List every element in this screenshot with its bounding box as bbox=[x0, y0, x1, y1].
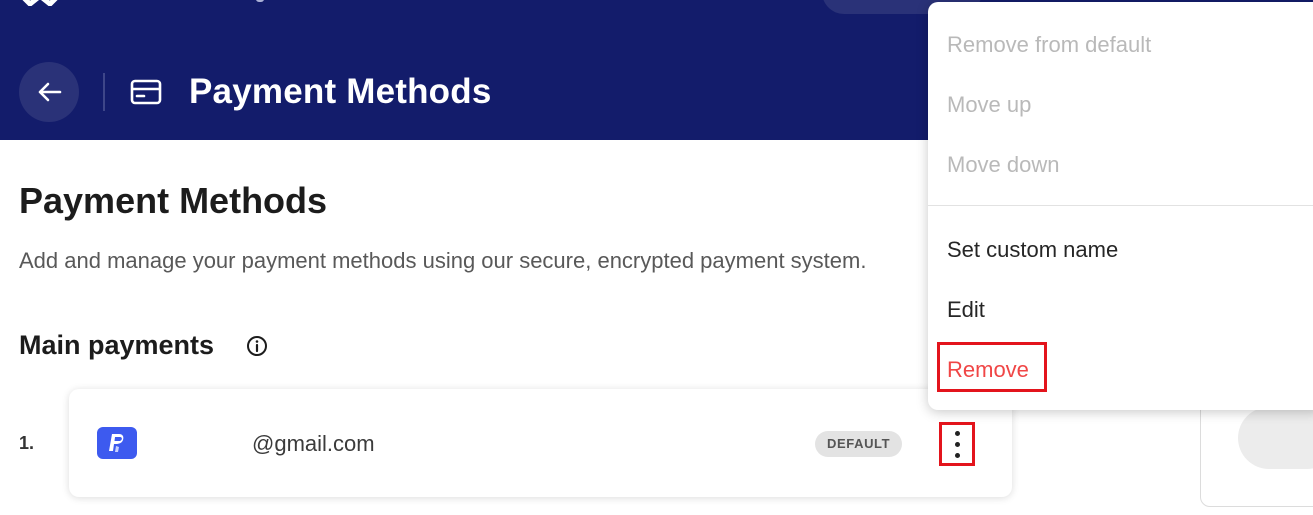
back-button[interactable] bbox=[19, 62, 79, 122]
payment-method-card: @gmail.com DEFAULT bbox=[69, 389, 1012, 497]
info-icon[interactable] bbox=[246, 335, 268, 357]
paypal-icon bbox=[97, 427, 137, 459]
default-badge: DEFAULT bbox=[815, 431, 903, 457]
section-title: Main payments bbox=[19, 330, 215, 360]
payment-context-menu: Remove from default Move up Move down Se… bbox=[928, 2, 1313, 410]
logo-fragment bbox=[256, 0, 264, 2]
remove-highlight-box bbox=[937, 342, 1047, 392]
header-divider bbox=[103, 73, 105, 111]
page-title: Payment Methods bbox=[19, 180, 328, 221]
menu-item-remove-from-default[interactable]: Remove from default bbox=[947, 32, 1151, 58]
kebab-dot bbox=[954, 452, 960, 458]
menu-item-edit[interactable]: Edit bbox=[947, 297, 985, 323]
header-title: Payment Methods bbox=[189, 72, 492, 111]
menu-item-set-custom-name[interactable]: Set custom name bbox=[947, 237, 1118, 263]
kebab-menu-icon[interactable] bbox=[939, 422, 975, 466]
kebab-dot bbox=[954, 430, 960, 436]
menu-item-move-up[interactable]: Move up bbox=[947, 92, 1031, 118]
side-panel-button[interactable] bbox=[1238, 407, 1313, 469]
menu-item-move-down[interactable]: Move down bbox=[947, 152, 1060, 178]
page-subtitle: Add and manage your payment methods usin… bbox=[19, 248, 867, 273]
menu-divider bbox=[928, 205, 1313, 206]
payment-email: @gmail.com bbox=[252, 431, 375, 456]
arrow-left-icon bbox=[38, 82, 62, 102]
payment-index: 1. bbox=[19, 433, 35, 453]
credit-card-icon bbox=[130, 79, 162, 105]
logo-icon bbox=[22, 0, 58, 6]
kebab-dot bbox=[954, 441, 960, 447]
